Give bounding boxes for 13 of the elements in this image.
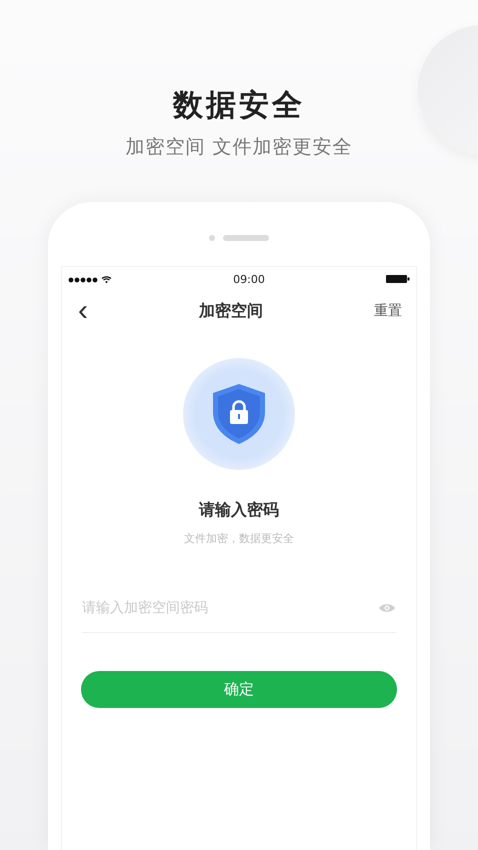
subheadline: 加密空间 文件加密更安全 — [125, 135, 353, 160]
nav-title: 加密空间 — [199, 300, 263, 322]
eye-icon[interactable] — [378, 602, 396, 614]
status-time: 09:00 — [233, 272, 265, 286]
camera-dot — [209, 235, 215, 241]
prompt-subtitle: 文件加密，数据更安全 — [183, 531, 295, 546]
battery-icon — [386, 275, 410, 283]
signal-icon — [68, 275, 112, 283]
back-button[interactable]: ‹ — [78, 296, 88, 326]
headline: 数据安全 — [173, 87, 305, 125]
reset-button[interactable]: 重置 — [374, 302, 402, 320]
prompt-title: 请输入密码 — [198, 500, 280, 521]
speaker-slot — [223, 235, 269, 241]
